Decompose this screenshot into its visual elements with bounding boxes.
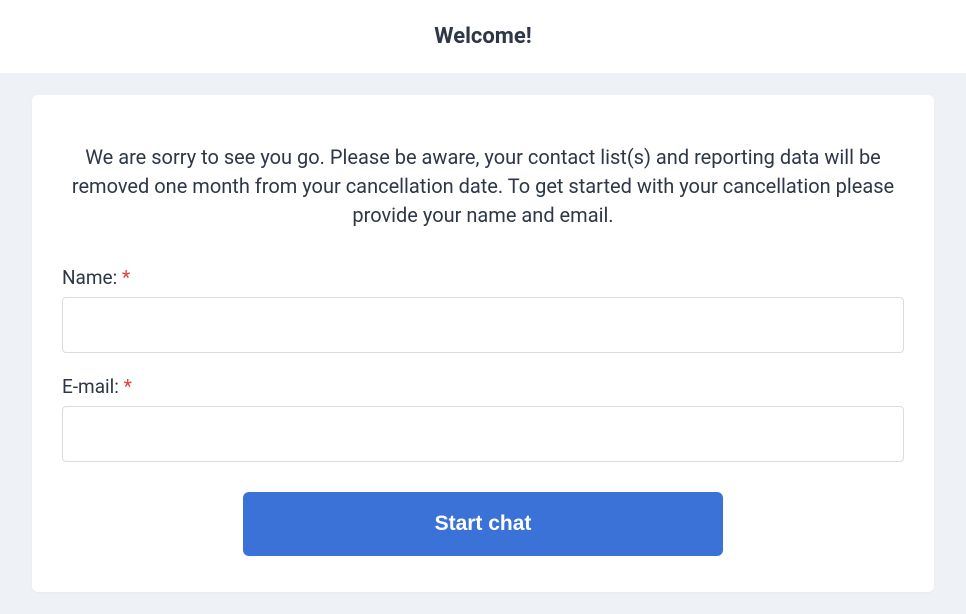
name-input[interactable] — [62, 297, 904, 353]
intro-text: We are sorry to see you go. Please be aw… — [62, 143, 904, 230]
email-label-text: E-mail: — [62, 375, 124, 398]
name-label-text: Name: — [62, 266, 122, 289]
email-field: E-mail: * — [62, 375, 904, 462]
form-card: We are sorry to see you go. Please be aw… — [32, 95, 934, 592]
email-input[interactable] — [62, 406, 904, 462]
start-chat-button[interactable]: Start chat — [243, 492, 723, 556]
email-required-mark: * — [124, 375, 132, 398]
name-field: Name: * — [62, 266, 904, 353]
page-header: Welcome! — [0, 0, 966, 73]
main-area: We are sorry to see you go. Please be aw… — [0, 73, 966, 614]
button-row: Start chat — [62, 492, 904, 556]
name-required-mark: * — [122, 266, 130, 289]
name-label: Name: * — [62, 266, 904, 289]
page-title: Welcome! — [0, 24, 966, 49]
email-label: E-mail: * — [62, 375, 904, 398]
